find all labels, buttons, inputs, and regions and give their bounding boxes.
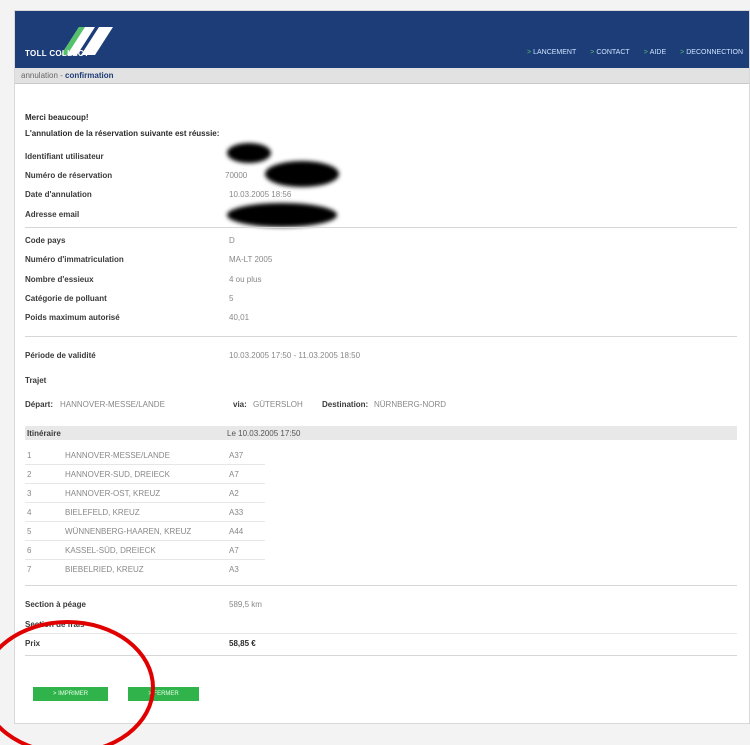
- itinerary-row-name: HANNOVER-OST, KREUZ: [65, 489, 161, 498]
- itinerary-row-num: 6: [27, 546, 32, 555]
- nav-aide[interactable]: > AIDE: [644, 49, 666, 56]
- itinerary-row-name: BIELEFELD, KREUZ: [65, 508, 140, 517]
- itinerary-row-num: 2: [27, 470, 32, 479]
- cancel-date-label: Date d'annulation: [25, 190, 92, 199]
- itinerary-row-name: HANNOVER-SUD, DREIECK: [65, 470, 170, 479]
- itinerary-header: [25, 426, 737, 440]
- nav-label: CONTACT: [596, 49, 630, 56]
- itinerary-row-road: A37: [229, 451, 244, 460]
- user-id-label: Identifiant utilisateur: [25, 152, 104, 161]
- divider: [25, 336, 737, 337]
- route-label: Trajet: [25, 376, 47, 385]
- success-message: L'annulation de la réservation suivante …: [25, 129, 220, 138]
- itinerary-row-road: A7: [229, 546, 239, 555]
- row-divider: [25, 502, 265, 503]
- row-divider: [25, 483, 265, 484]
- row-divider: [25, 521, 265, 522]
- itinerary-row-num: 1: [27, 451, 32, 460]
- booking-number-label: Numéro de réservation: [25, 171, 113, 180]
- validity-label: Période de validité: [25, 351, 96, 360]
- itinerary-row-road: A2: [229, 489, 239, 498]
- booking-number-value: 70000: [225, 171, 248, 180]
- toll-section-value: 589,5 km: [229, 600, 262, 609]
- nav-label: DECONNECTION: [686, 49, 743, 56]
- itinerary-row-num: 7: [27, 565, 32, 574]
- emission-value: 5: [229, 294, 234, 303]
- divider: [25, 633, 737, 634]
- price-value: 58,85 €: [229, 639, 256, 648]
- header-bar: TOLL COLLECT > LANCEMENT > CONTACT > AIDE >…: [15, 11, 749, 68]
- registration-label: Numéro d'immatriculation: [25, 255, 124, 264]
- itinerary-row-num: 3: [27, 489, 32, 498]
- itinerary-row-road: A33: [229, 508, 244, 517]
- chevron-right-icon: >: [680, 49, 685, 56]
- breadcrumb-parent: annulation -: [21, 71, 66, 80]
- cancel-date-value: 10.03.2005 18:56: [229, 190, 292, 199]
- toll-section-label: Section à péage: [25, 600, 86, 609]
- thanks-heading: Merci beaucoup!: [25, 113, 89, 122]
- via-label: via:: [233, 400, 247, 409]
- axles-label: Nombre d'essieux: [25, 275, 94, 284]
- itinerary-row-road: A44: [229, 527, 244, 536]
- emission-label: Catégorie de polluant: [25, 294, 107, 303]
- departure-label: Départ:: [25, 400, 54, 409]
- breadcrumb-text: annulation - confirmation: [21, 71, 113, 80]
- divider: [25, 227, 737, 228]
- row-divider: [25, 540, 265, 541]
- itinerary-row-name: BIEBELRIED, KREUZ: [65, 565, 144, 574]
- logo-text: TOLL COLLECT: [25, 49, 90, 58]
- row-divider: [25, 559, 265, 560]
- itinerary-row-name: KASSEL-SÜD, DREIECK: [65, 546, 156, 555]
- weight-value: 40,01: [229, 313, 250, 322]
- nav-deconnection[interactable]: > DECONNECTION: [680, 49, 743, 56]
- via-value: GÜTERSLOH: [253, 400, 303, 409]
- country-value: D: [229, 236, 235, 245]
- chevron-right-icon: >: [590, 49, 595, 56]
- country-label: Code pays: [25, 236, 66, 245]
- itinerary-label: Itinéraire: [27, 429, 61, 438]
- chevron-right-icon: >: [643, 49, 648, 56]
- nav-label: LANCEMENT: [533, 49, 577, 56]
- departure-value: HANNOVER-MESSE/LANDE: [60, 400, 165, 409]
- redaction-mark: [227, 203, 337, 227]
- destination-label: Destination:: [322, 400, 369, 409]
- top-nav: > LANCEMENT > CONTACT > AIDE > DECONNECTION: [527, 49, 743, 56]
- email-label: Adresse email: [25, 210, 80, 219]
- nav-contact[interactable]: > CONTACT: [590, 49, 629, 56]
- itinerary-date: Le 10.03.2005 17:50: [227, 429, 301, 438]
- destination-value: NÜRNBERG-NORD: [374, 400, 446, 409]
- breadcrumb: annulation - confirmation: [15, 68, 749, 84]
- weight-label: Poids maximum autorisé: [25, 313, 120, 322]
- itinerary-row-road: A3: [229, 565, 239, 574]
- divider: [25, 585, 737, 586]
- nav-lancement[interactable]: > LANCEMENT: [527, 49, 576, 56]
- confirmation-page: TOLL COLLECT > LANCEMENT > CONTACT > AIDE >…: [14, 10, 750, 724]
- registration-value: MA-LT 2005: [229, 255, 273, 264]
- breadcrumb-current: confirmation: [65, 71, 114, 80]
- itinerary-row-road: A7: [229, 470, 239, 479]
- axles-value: 4 ou plus: [229, 275, 262, 284]
- row-divider: [25, 464, 265, 465]
- itinerary-row-name: HANNOVER-MESSE/LANDE: [65, 451, 170, 460]
- itinerary-row-num: 4: [27, 508, 32, 517]
- itinerary-row-num: 5: [27, 527, 32, 536]
- redaction-mark: [227, 143, 271, 163]
- chevron-right-icon: >: [527, 49, 532, 56]
- nav-label: AIDE: [649, 49, 667, 56]
- itinerary-row-name: WÜNNENBERG-HAAREN, KREUZ: [65, 527, 192, 536]
- validity-value: 10.03.2005 17:50 - 11.03.2005 18:50: [229, 351, 361, 360]
- redaction-mark: [265, 161, 339, 187]
